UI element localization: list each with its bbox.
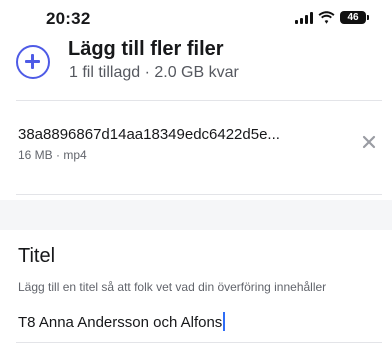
cellular-signal-icon bbox=[295, 11, 313, 24]
title-input-value: T8 Anna Andersson och Alfons bbox=[18, 312, 226, 331]
file-name: 38a8896867d14aa18349edc6422d5e... bbox=[18, 126, 280, 143]
add-more-files-button[interactable]: Lägg till fler filer 1 fil tillagd · 2.0… bbox=[16, 36, 382, 96]
section-separator bbox=[0, 200, 392, 230]
title-input[interactable]: T8 Anna Andersson och Alfons bbox=[16, 306, 386, 336]
wifi-icon bbox=[318, 11, 335, 24]
status-bar: 20:32 46 bbox=[0, 0, 392, 36]
text-caret bbox=[223, 312, 226, 331]
divider bbox=[16, 194, 382, 195]
file-list-item: 38a8896867d14aa18349edc6422d5e... 16 MB … bbox=[16, 102, 382, 192]
battery-icon: 46 bbox=[340, 11, 369, 24]
status-time: 20:32 bbox=[46, 9, 91, 28]
title-label: Titel bbox=[18, 245, 56, 267]
title-help-text: Lägg till en titel så att folk vet vad d… bbox=[18, 280, 327, 294]
add-files-subtitle: 1 fil tillagd · 2.0 GB kvar bbox=[69, 64, 239, 81]
remove-file-close-icon[interactable] bbox=[360, 133, 378, 151]
status-icons: 46 bbox=[295, 11, 369, 24]
divider bbox=[16, 100, 382, 101]
add-files-title: Lägg till fler filer bbox=[68, 38, 224, 60]
file-meta: 16 MB · mp4 bbox=[18, 148, 87, 162]
title-input-text: T8 Anna Andersson och Alfons bbox=[18, 314, 223, 331]
plus-circle-icon bbox=[16, 45, 50, 79]
divider bbox=[16, 342, 382, 343]
